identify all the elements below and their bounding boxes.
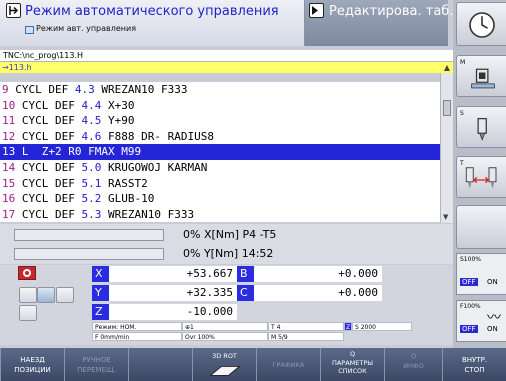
axis-y-value: +32.335 (109, 285, 237, 301)
program-file-name: →113.h (2, 63, 32, 72)
small-button-2[interactable] (56, 287, 74, 303)
spindle-info: S 2000 (352, 322, 412, 331)
mode-subtitle: Режим авт. управления (36, 24, 137, 33)
axis-y-label: Y (92, 285, 109, 301)
m-function-button[interactable]: M (456, 55, 506, 97)
scroll-up-icon[interactable]: ▲ (444, 62, 450, 73)
feed-override[interactable]: F100% 〰 OFF ON (456, 300, 506, 342)
progress-bar-1 (14, 229, 164, 241)
nc-program-line[interactable]: 12 CYCL DEF 4.6 F888 DR- RADIUS8 (0, 129, 440, 145)
softkey-graphics[interactable]: ГРАФИКА (256, 348, 320, 381)
machine-icon[interactable] (37, 287, 55, 303)
spindle-override[interactable]: S100% OFF ON (456, 253, 506, 295)
mode-panel[interactable]: Режим автоматического управления Режим а… (0, 0, 305, 46)
softkey-3d-rot[interactable]: 3D ROT (192, 348, 256, 381)
softkey-empty-1[interactable] (128, 348, 192, 381)
nc-program-line[interactable]: 11 CYCL DEF 4.5 Y+90 (0, 113, 440, 129)
spindle-button[interactable]: S (456, 106, 506, 148)
feed-info: F 0mm/min (92, 332, 182, 341)
softkey-bar: НАЕЗД ПОЗИЦИИ РУЧНОЕ ПЕРЕМЕЩ. 3D ROT ГРАФИ… (0, 348, 506, 381)
machine-mode-icon (6, 3, 21, 18)
axis-z-value: -10.000 (109, 304, 237, 320)
coolant-icon (471, 68, 495, 89)
nc-program-line[interactable]: 15 CYCL DEF 5.1 RASST2 (0, 176, 440, 192)
3d-plane-icon (209, 365, 241, 376)
mode-info: Режим: НОМ. (92, 322, 182, 331)
spindle-override-value: S100% (460, 256, 481, 263)
spindle-override-on[interactable]: ON (487, 278, 498, 286)
nc-program-line[interactable]: 13 L Z+2 R0 FMAX M99 (0, 144, 440, 160)
nc-program-line[interactable]: 14 CYCL DEF 5.0 KRUGOWOJ KARMAN (0, 160, 440, 176)
status-text-2: 0% Y[Nm] 14:52 (183, 247, 274, 260)
progress-bar-2 (14, 248, 164, 260)
small-button-3[interactable] (19, 305, 37, 321)
feed-override-on[interactable]: ON (487, 325, 498, 333)
z-axis-flag: Z (344, 322, 352, 331)
nc-program-list[interactable]: 9 CYCL DEF 4.3 WREZAN10 F333 10 CYCL DEF … (0, 82, 440, 222)
right-sidebar: M S T S100% OFF ON F100% 〰 OFF ON (453, 0, 506, 381)
edit-panel[interactable]: Редактирова. таб… (305, 0, 462, 46)
axis-b-label: B (237, 266, 254, 282)
edit-mode-icon (309, 3, 324, 18)
status-row-1: 0% X[Nm] P4 -T5 (0, 226, 453, 244)
mode-title: Режим автоматического управления (25, 4, 279, 19)
feed-override-value: F100% (460, 303, 481, 310)
spindle-override-off[interactable]: OFF (460, 278, 478, 286)
override-info: Ovr 100% (182, 332, 268, 341)
axis-x-label: X (92, 266, 109, 282)
program-scrollbar[interactable]: ▼ (440, 73, 453, 223)
status-row-2: 0% Y[Nm] 14:52 (0, 245, 453, 263)
tool-info: T 4 (268, 322, 344, 331)
nc-program-line[interactable]: 10 CYCL DEF 4.4 X+30 (0, 98, 440, 114)
sidebar-empty-button[interactable] (456, 205, 506, 249)
axis-c-value: +0.000 (254, 285, 382, 301)
spindle-icon (477, 118, 487, 141)
feed-override-off[interactable]: OFF (460, 325, 478, 333)
program-file-bar[interactable]: →113.h ▲ (0, 62, 453, 73)
scrollbar-thumb[interactable] (443, 100, 451, 116)
softkey-manual-traverse[interactable]: РУЧНОЕ ПЕРЕМЕЩ. (64, 348, 128, 381)
nc-program-line[interactable]: 16 CYCL DEF 5.2 GLUB-10 (0, 191, 440, 207)
axis-b-value: +0.000 (254, 266, 382, 282)
status-text-1: 0% X[Nm] P4 -T5 (183, 228, 277, 241)
program-icon (25, 26, 34, 34)
nc-program-line[interactable]: 9 CYCL DEF 4.3 WREZAN10 F333 (0, 82, 440, 98)
softkey-q-info[interactable]: Q ИНФО (384, 348, 442, 381)
stop-indicator-icon[interactable] (18, 266, 36, 280)
nc-program-line[interactable]: 17 CYCL DEF 5.3 WREZAN10 F333 (0, 207, 440, 223)
tool-change-icon (465, 167, 497, 189)
header-bar: Режим автоматического управления Режим а… (0, 0, 462, 46)
zero-point-info: ⊕1 (182, 322, 268, 331)
m-label: M (460, 59, 466, 66)
m-function-info: M 5/9 (268, 332, 344, 341)
status-panel: 0% X[Nm] P4 -T5 0% Y[Nm] 14:52 (0, 224, 453, 264)
tool-button[interactable]: T (456, 156, 506, 198)
program-path: TNC:\nc_prog\113.H (0, 50, 453, 62)
softkey-q-params-list[interactable]: Q ПАРАМЕТРЫ СПИСОК (320, 348, 384, 381)
s-label: S (460, 110, 464, 117)
edit-title: Редактирова. таб… (329, 4, 463, 19)
wave-icon: 〰 (487, 310, 501, 326)
clock-button[interactable] (456, 2, 506, 46)
scroll-down-icon[interactable]: ▼ (443, 213, 448, 221)
axis-c-label: C (237, 285, 254, 301)
softkey-internal-stop[interactable]: ВНУТР. СТОП (442, 348, 506, 381)
small-button-1[interactable] (19, 287, 37, 303)
clock-icon (469, 12, 495, 38)
axis-z-label: Z (92, 304, 109, 320)
axis-x-value: +53.667 (109, 266, 237, 282)
softkey-approach-position[interactable]: НАЕЗД ПОЗИЦИИ (0, 348, 64, 381)
